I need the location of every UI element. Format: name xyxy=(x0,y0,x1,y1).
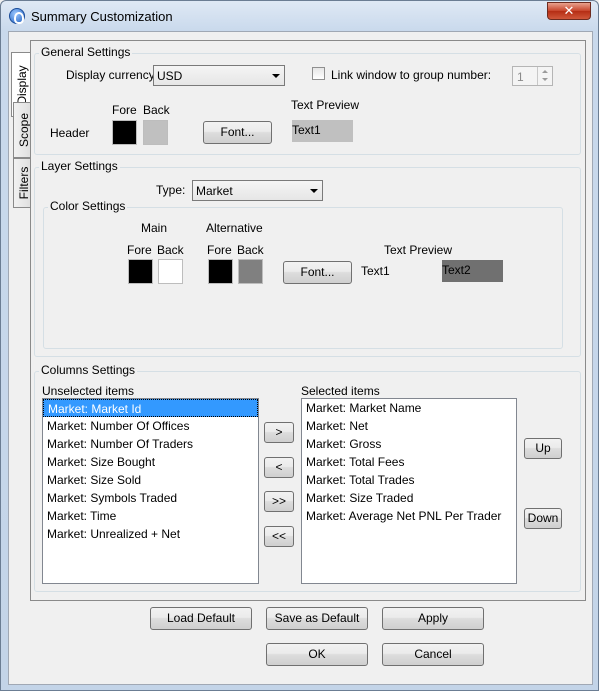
display-tab-panel: General Settings Display currency: USD L… xyxy=(30,40,586,601)
list-item[interactable]: Market: Gross xyxy=(302,435,516,453)
list-item[interactable]: Market: Size Bought xyxy=(43,453,258,471)
cancel-button[interactable]: Cancel xyxy=(382,643,484,666)
layer-text-preview-label: Text Preview xyxy=(384,243,453,257)
list-item[interactable]: Market: Total Fees xyxy=(302,453,516,471)
link-window-label: Link window to group number: xyxy=(331,68,492,82)
app-icon xyxy=(9,8,25,24)
main-back-color-swatch[interactable] xyxy=(158,259,183,284)
header-font-button[interactable]: Font... xyxy=(203,121,272,144)
alt-fore-color-swatch[interactable] xyxy=(208,259,233,284)
link-window-checkbox[interactable] xyxy=(312,67,325,80)
list-item[interactable]: Market: Total Trades xyxy=(302,471,516,489)
title-bar[interactable]: Summary Customization ✕ xyxy=(1,1,598,31)
window-title: Summary Customization xyxy=(31,9,173,24)
list-item[interactable]: Market: Number Of Offices xyxy=(43,417,258,435)
layer-text-preview-1: Text1 xyxy=(361,264,390,278)
selected-items-list[interactable]: Market: Market Name Market: Net Market: Gr… xyxy=(301,398,517,584)
save-as-default-button[interactable]: Save as Default xyxy=(266,607,368,630)
dialog-window: Summary Customization ✕ Display Scope Fi… xyxy=(0,0,599,691)
tab-display-label: Display xyxy=(14,64,29,105)
dialog-client-area: Display Scope Filters General Settings D… xyxy=(8,31,593,685)
tab-scope-label: Scope xyxy=(16,112,31,148)
list-item[interactable]: Market: Average Net PNL Per Trader xyxy=(302,507,516,525)
display-currency-select[interactable]: USD xyxy=(153,65,285,86)
layer-type-value: Market xyxy=(196,184,233,198)
color-settings-title: Color Settings xyxy=(48,199,128,213)
main-fore-color-swatch[interactable] xyxy=(128,259,153,284)
group-number-value: 1 xyxy=(517,70,524,84)
columns-settings-title: Columns Settings xyxy=(39,363,138,377)
header-label: Header xyxy=(50,126,90,140)
layer-text-preview-2: Text2 xyxy=(442,260,503,282)
list-item[interactable]: Market: Size Sold xyxy=(43,471,258,489)
spin-down-icon xyxy=(542,78,548,81)
unselected-items-list[interactable]: Market: Market Id Market: Number Of Offic… xyxy=(42,398,259,584)
list-item[interactable]: Market: Time xyxy=(43,507,258,525)
close-icon: ✕ xyxy=(563,3,575,18)
chevron-down-icon xyxy=(272,74,280,78)
general-text-preview-label: Text Preview xyxy=(291,98,360,112)
list-item[interactable]: Market: Market Id xyxy=(43,399,258,417)
selected-items-label: Selected items xyxy=(301,384,380,398)
spin-up-icon xyxy=(542,70,548,73)
tab-filters-label: Filters xyxy=(16,166,31,200)
move-all-right-button[interactable]: >> xyxy=(264,491,294,512)
alternative-colors-label: Alternative xyxy=(206,221,263,235)
spinner-buttons xyxy=(537,67,552,85)
list-item[interactable]: Market: Size Traded xyxy=(302,489,516,507)
move-up-button[interactable]: Up xyxy=(524,438,562,459)
main-back-label: Back xyxy=(157,243,184,257)
move-left-button[interactable]: < xyxy=(264,457,294,478)
list-item[interactable]: Market: Net xyxy=(302,417,516,435)
move-down-button[interactable]: Down xyxy=(524,508,562,529)
close-button[interactable]: ✕ xyxy=(547,2,591,20)
layer-font-button[interactable]: Font... xyxy=(283,261,352,284)
layer-settings-title: Layer Settings xyxy=(39,159,120,173)
header-back-label: Back xyxy=(143,103,170,117)
load-default-button[interactable]: Load Default xyxy=(150,607,252,630)
alt-back-label: Back xyxy=(237,243,264,257)
display-currency-label: Display currency: xyxy=(66,68,159,82)
list-item[interactable]: Market: Market Name xyxy=(302,399,516,417)
header-fore-color-swatch[interactable] xyxy=(112,120,137,145)
main-colors-label: Main xyxy=(141,221,168,235)
layer-type-select[interactable]: Market xyxy=(192,180,323,201)
display-currency-value: USD xyxy=(157,69,183,83)
layer-type-label: Type: xyxy=(156,183,186,197)
main-fore-label: Fore xyxy=(127,243,152,257)
unselected-items-label: Unselected items xyxy=(42,384,135,398)
chevron-down-icon xyxy=(310,189,318,193)
move-all-left-button[interactable]: << xyxy=(264,526,294,547)
move-right-button[interactable]: > xyxy=(264,422,294,443)
general-settings-title: General Settings xyxy=(39,45,133,59)
header-text-preview: Text1 xyxy=(292,120,353,142)
alt-fore-label: Fore xyxy=(207,243,232,257)
list-item[interactable]: Market: Symbols Traded xyxy=(43,489,258,507)
apply-button[interactable]: Apply xyxy=(382,607,484,630)
group-number-spinner[interactable]: 1 xyxy=(512,66,553,86)
ok-button[interactable]: OK xyxy=(266,643,368,666)
header-fore-label: Fore xyxy=(112,103,137,117)
list-item[interactable]: Market: Unrealized + Net xyxy=(43,525,258,543)
list-item[interactable]: Market: Number Of Traders xyxy=(43,435,258,453)
alt-back-color-swatch[interactable] xyxy=(238,259,263,284)
header-back-color-swatch[interactable] xyxy=(143,120,168,145)
